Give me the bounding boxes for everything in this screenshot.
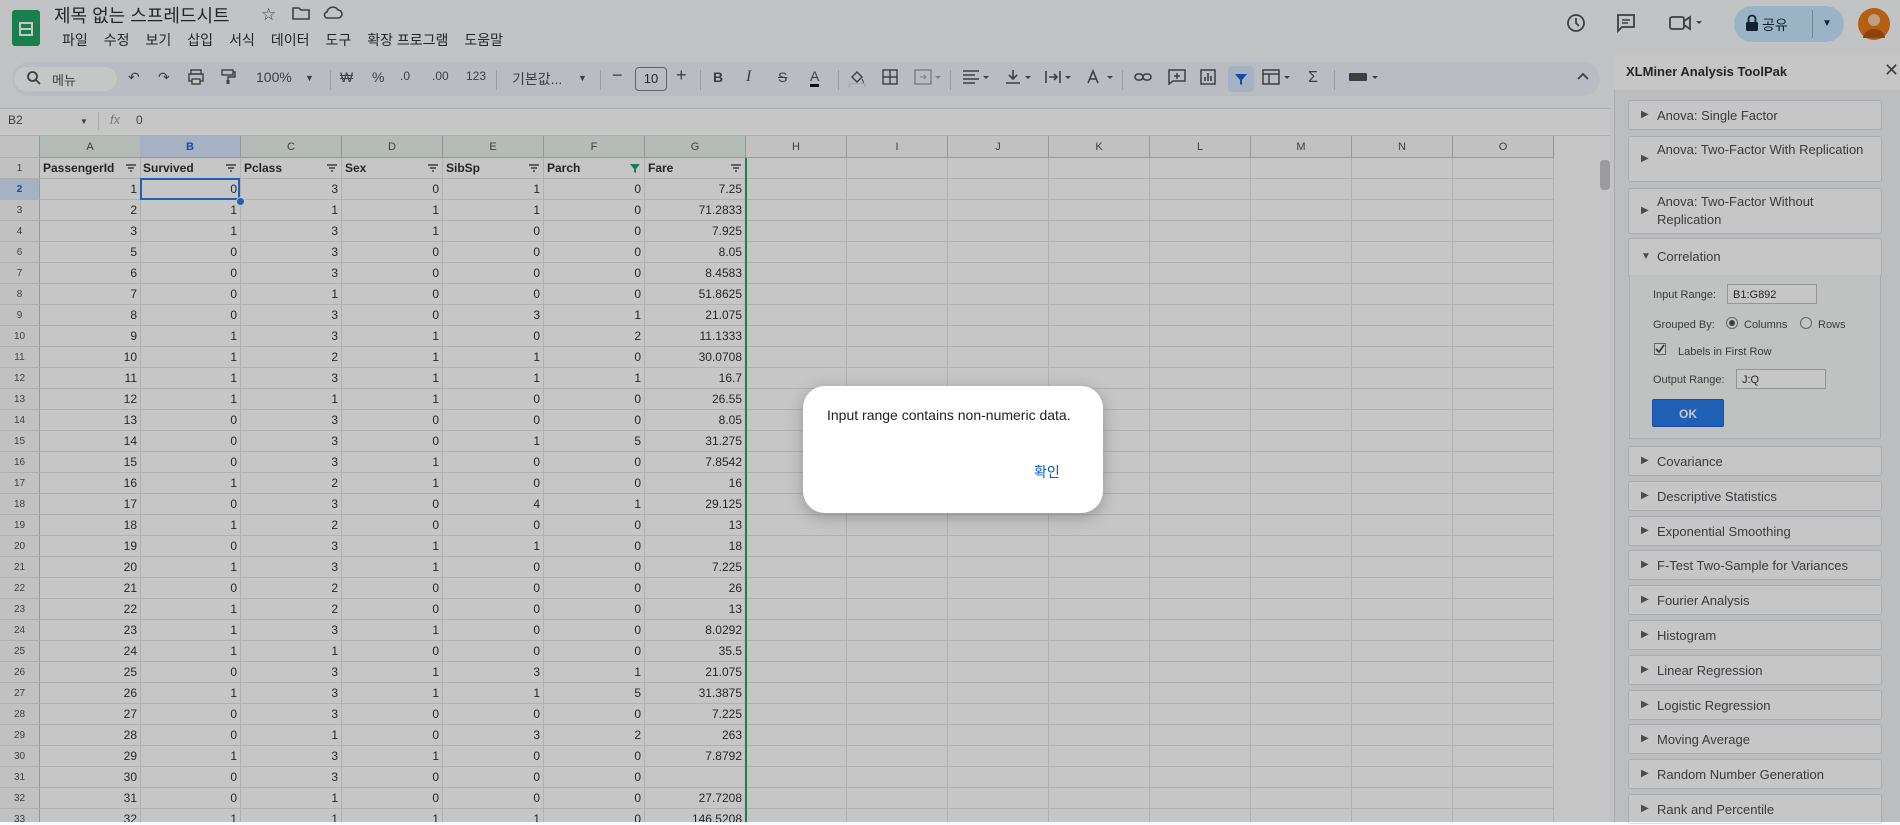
dialog-confirm-button[interactable]: 확인 xyxy=(1030,460,1064,484)
dialog-message: Input range contains non-numeric data. xyxy=(827,407,1071,423)
alert-dialog xyxy=(803,386,1103,513)
